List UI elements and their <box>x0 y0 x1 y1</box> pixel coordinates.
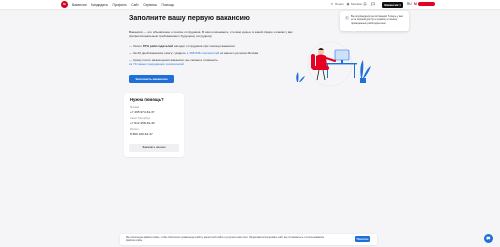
page-title: Заполните вашу первую вакансию <box>129 14 250 22</box>
request-call-button[interactable]: Заказать звонок <box>129 144 179 152</box>
redacted-username <box>417 1 435 7</box>
nav-item-profile[interactable]: Профиль <box>112 3 126 7</box>
benefit-2-pre: — За 30 дней вакансию смогут увидеть <box>129 51 187 55</box>
nav-item-services[interactable]: Сервисы <box>143 3 157 7</box>
plant-leaf <box>360 60 364 78</box>
help-title: Нужна помощь? <box>130 97 164 102</box>
plant-pot <box>360 78 366 83</box>
fill-vacancy-button[interactable]: Заполнить вакансию <box>129 75 174 83</box>
search-icon[interactable]: ⌕ <box>330 2 334 6</box>
hiring-illustration <box>296 41 371 87</box>
benefit-1: — Около 87% работодателей находят сотруд… <box>129 44 299 48</box>
help-card: Нужна помощь? Москва +7 495 974-64-37 Са… <box>124 93 184 157</box>
toast-arrow <box>352 30 356 33</box>
best-applicants-link[interactable]: из 70 самых подходящих соискателей <box>129 62 184 66</box>
support-chat-button[interactable] <box>484 234 493 243</box>
monitor-icon <box>334 49 350 61</box>
benefit-2-post: из вашего региона Москва <box>219 51 259 55</box>
benefit-3: — Сразу после размещения вакансии, вы см… <box>129 58 299 66</box>
cookie-text: Мы используем файлы cookie, чтобы обеспе… <box>126 236 324 243</box>
applicants-count-link[interactable]: 1 498 838 соискателей <box>187 51 220 55</box>
user-menu[interactable]: М <box>414 1 435 7</box>
language-switch[interactable]: RU <box>407 2 412 6</box>
chat-icon[interactable] <box>371 2 375 7</box>
person-body <box>316 54 327 68</box>
chevron-down-icon: ▾ <box>399 3 401 7</box>
vacancy-menu-button[interactable]: Вакансия▾ <box>382 1 403 8</box>
small-plant <box>299 76 305 82</box>
desk-leg <box>354 64 355 78</box>
info-icon: i <box>344 16 349 21</box>
hh-logo[interactable]: hh <box>61 1 68 8</box>
user-initial: М <box>414 1 417 6</box>
desk <box>325 63 357 65</box>
nav-item-vacancies[interactable]: Вакансии <box>72 3 87 7</box>
benefit-1-pre: — Около <box>129 44 143 48</box>
help-phone-spb[interactable]: +7 812 458-49-40 <box>130 121 155 125</box>
person-hair <box>318 48 324 50</box>
small-plant <box>296 72 299 82</box>
toast-text: Вы подтвердили регистрацию! Теперь у вас… <box>351 15 403 25</box>
vacancy-menu-label: Вакансия <box>384 2 399 7</box>
benefit-1-post: находят сотрудника при помощи вакансии <box>173 44 235 48</box>
cookie-accept-button[interactable]: Понятно <box>355 235 370 242</box>
intro-text: Вакансия — это объявление о поиске сотру… <box>129 30 293 39</box>
nav-item-candidates[interactable]: Кандидаты <box>91 3 108 7</box>
help-phone-moscow[interactable]: +7 495 974-64-37 <box>130 110 155 114</box>
benefit-2: — За 30 дней вакансию смогут увидеть 1 4… <box>129 51 299 55</box>
chat-bubble-icon <box>486 236 491 241</box>
person-arm <box>325 57 336 62</box>
benefit-1-bold: 87% работодателей <box>142 44 174 48</box>
chair-back <box>311 54 315 69</box>
main-nav: Вакансии Кандидаты Профиль Сайт Сервисы … <box>72 3 174 7</box>
plant-leaf <box>363 66 371 78</box>
nav-item-help[interactable]: Помощь <box>161 3 174 7</box>
help-phone-russia[interactable]: 8 800 100-64-37 <box>130 132 153 136</box>
search-link[interactable]: Поиск <box>335 2 344 6</box>
location-pin-icon: ◉ <box>346 2 350 7</box>
monitor-stand <box>341 60 343 63</box>
city-selector[interactable]: Москва <box>351 2 362 6</box>
nav-item-site[interactable]: Сайт <box>131 3 139 7</box>
cookie-banner: Мы используем файлы cookie, чтобы обеспе… <box>120 233 377 245</box>
chair-legs <box>316 69 326 81</box>
registration-toast: i Вы подтвердили регистрацию! Теперь у в… <box>340 11 409 31</box>
top-header: hh Вакансии Кандидаты Профиль Сайт Серви… <box>0 0 500 10</box>
bell-icon[interactable] <box>363 2 367 7</box>
